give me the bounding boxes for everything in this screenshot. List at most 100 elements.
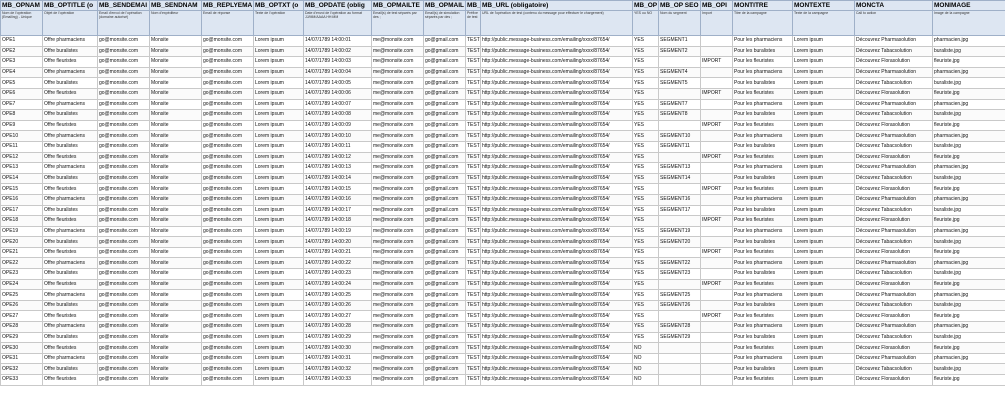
table-cell[interactable]: buraliste.jpg: [932, 109, 1005, 121]
table-cell[interactable]: OPE2: [0, 45, 43, 58]
table-cell[interactable]: go@gmail.com: [423, 98, 466, 111]
table-cell[interactable]: [700, 342, 733, 354]
table-cell[interactable]: buraliste.jpg: [932, 172, 1005, 185]
table-cell[interactable]: Pour les pharmaciens: [732, 193, 793, 206]
table-cell[interactable]: YES: [632, 268, 659, 280]
table-cell[interactable]: http://public.message-business.com/email…: [480, 331, 633, 344]
table-cell[interactable]: go@monsite.com: [97, 119, 150, 132]
table-cell[interactable]: Monsite: [149, 236, 202, 248]
table-cell[interactable]: go@monsite.com: [201, 246, 254, 259]
table-cell[interactable]: go@gmail.com: [423, 246, 466, 259]
table-cell[interactable]: Lorem ipsum: [253, 140, 304, 153]
table-cell[interactable]: buraliste.jpg: [932, 204, 1005, 217]
table-cell[interactable]: fleuriste.jpg: [932, 342, 1005, 354]
table-cell[interactable]: [700, 225, 733, 238]
table-cell[interactable]: Pour les pharmaciens: [732, 257, 793, 270]
table-cell[interactable]: Découvrez Florasolution: [854, 246, 933, 259]
table-cell[interactable]: TEST7: [465, 98, 481, 111]
table-cell[interactable]: go@monsite.com: [201, 374, 254, 386]
table-cell[interactable]: Pour les fleuristes: [732, 151, 793, 164]
table-cell[interactable]: Monsite: [149, 204, 202, 217]
table-cell[interactable]: YES: [632, 130, 659, 142]
column-header[interactable]: MB_OPMAIL SIMU: [423, 0, 466, 11]
table-cell[interactable]: pharmacien.jpg: [932, 66, 1005, 79]
table-cell[interactable]: YES: [632, 172, 659, 185]
table-cell[interactable]: Offre pharmaciens: [42, 35, 98, 47]
table-cell[interactable]: go@gmail.com: [423, 363, 466, 375]
table-cell[interactable]: YES: [632, 215, 659, 227]
table-cell[interactable]: go@monsite.com: [97, 77, 150, 89]
table-cell[interactable]: http://public.message-business.com/email…: [480, 215, 633, 227]
table-cell[interactable]: YES: [632, 77, 659, 89]
table-cell[interactable]: fleuriste.jpg: [932, 215, 1005, 227]
table-cell[interactable]: go@gmail.com: [423, 172, 466, 185]
table-cell[interactable]: Lorem ipsum: [253, 310, 304, 323]
table-cell[interactable]: TEST33: [465, 374, 481, 386]
table-cell[interactable]: fleuriste.jpg: [932, 310, 1005, 323]
table-cell[interactable]: go@monsite.com: [97, 268, 150, 280]
table-cell[interactable]: NO: [632, 342, 659, 354]
table-cell[interactable]: Pour les fleuristes: [732, 183, 793, 195]
table-cell[interactable]: go@monsite.com: [97, 162, 150, 174]
table-cell[interactable]: IMPORT: [700, 56, 733, 68]
column-header[interactable]: MB_OPTITLE (o: [42, 0, 98, 11]
table-cell[interactable]: OPE15: [0, 183, 43, 195]
table-cell[interactable]: YES: [632, 321, 659, 333]
table-cell[interactable]: Offre pharmaciens: [42, 352, 98, 365]
table-cell[interactable]: IMPORT: [700, 87, 733, 100]
column-header[interactable]: MB_OPMAILTE: [371, 0, 424, 11]
table-cell[interactable]: TEST24: [465, 278, 481, 291]
table-cell[interactable]: Découvrez Tabacsolution: [854, 331, 933, 344]
table-cell[interactable]: http://public.message-business.com/email…: [480, 66, 633, 79]
table-cell[interactable]: Offre fleuristes: [42, 342, 98, 354]
table-cell[interactable]: YES: [632, 246, 659, 259]
table-cell[interactable]: [658, 119, 701, 132]
column-description[interactable]: Préfixe de test: [465, 10, 481, 36]
table-cell[interactable]: [700, 321, 733, 333]
table-cell[interactable]: Monsite: [149, 342, 202, 354]
table-cell[interactable]: go@gmail.com: [423, 119, 466, 132]
column-description[interactable]: Email d'envoi de l'opération (domaine au…: [97, 10, 150, 36]
table-cell[interactable]: Monsite: [149, 162, 202, 174]
table-cell[interactable]: Monsite: [149, 289, 202, 301]
table-cell[interactable]: [658, 278, 701, 291]
table-cell[interactable]: [658, 342, 701, 354]
table-cell[interactable]: Lorem ipsum: [253, 172, 304, 185]
table-cell[interactable]: Découvrez Pharmasolution: [854, 98, 933, 111]
table-cell[interactable]: YES: [632, 257, 659, 270]
table-cell[interactable]: Pour les fleuristes: [732, 278, 793, 291]
table-cell[interactable]: go@monsite.com: [97, 299, 150, 312]
table-cell[interactable]: 14/07/1789 14:00:10: [303, 130, 372, 142]
table-cell[interactable]: [658, 246, 701, 259]
table-cell[interactable]: SEGMENT4: [658, 66, 701, 79]
column-description[interactable]: Objet de l'opération: [42, 10, 98, 36]
table-cell[interactable]: Pour les fleuristes: [732, 215, 793, 227]
table-cell[interactable]: Lorem ipsum: [792, 172, 855, 185]
table-cell[interactable]: [700, 363, 733, 375]
table-cell[interactable]: SEGMENT23: [658, 268, 701, 280]
table-cell[interactable]: Lorem ipsum: [792, 331, 855, 344]
column-description[interactable]: Texte de la campagne: [792, 10, 855, 36]
table-cell[interactable]: go@gmail.com: [423, 87, 466, 100]
table-cell[interactable]: Offre pharmaciens: [42, 321, 98, 333]
table-cell[interactable]: Lorem ipsum: [253, 363, 304, 375]
table-cell[interactable]: me@monsite.com: [371, 56, 424, 68]
table-cell[interactable]: 14/07/1789 14:00:33: [303, 374, 372, 386]
table-cell[interactable]: Pour les fleuristes: [732, 87, 793, 100]
table-cell[interactable]: Découvrez Pharmasolution: [854, 352, 933, 365]
table-cell[interactable]: Offre fleuristes: [42, 310, 98, 323]
table-cell[interactable]: http://public.message-business.com/email…: [480, 342, 633, 354]
table-cell[interactable]: Lorem ipsum: [792, 257, 855, 270]
table-cell[interactable]: Lorem ipsum: [792, 236, 855, 248]
table-cell[interactable]: SEGMENT29: [658, 331, 701, 344]
table-cell[interactable]: OPE16: [0, 193, 43, 206]
table-cell[interactable]: Pour les pharmaciens: [732, 66, 793, 79]
table-cell[interactable]: OPE1: [0, 35, 43, 47]
table-cell[interactable]: 14/07/1789 14:00:16: [303, 193, 372, 206]
table-cell[interactable]: 14/07/1789 14:00:32: [303, 363, 372, 375]
table-cell[interactable]: Lorem ipsum: [792, 310, 855, 323]
table-cell[interactable]: Offre buralistes: [42, 109, 98, 121]
table-cell[interactable]: Pour les pharmaciens: [732, 130, 793, 142]
table-cell[interactable]: Lorem ipsum: [792, 321, 855, 333]
table-cell[interactable]: Monsite: [149, 193, 202, 206]
